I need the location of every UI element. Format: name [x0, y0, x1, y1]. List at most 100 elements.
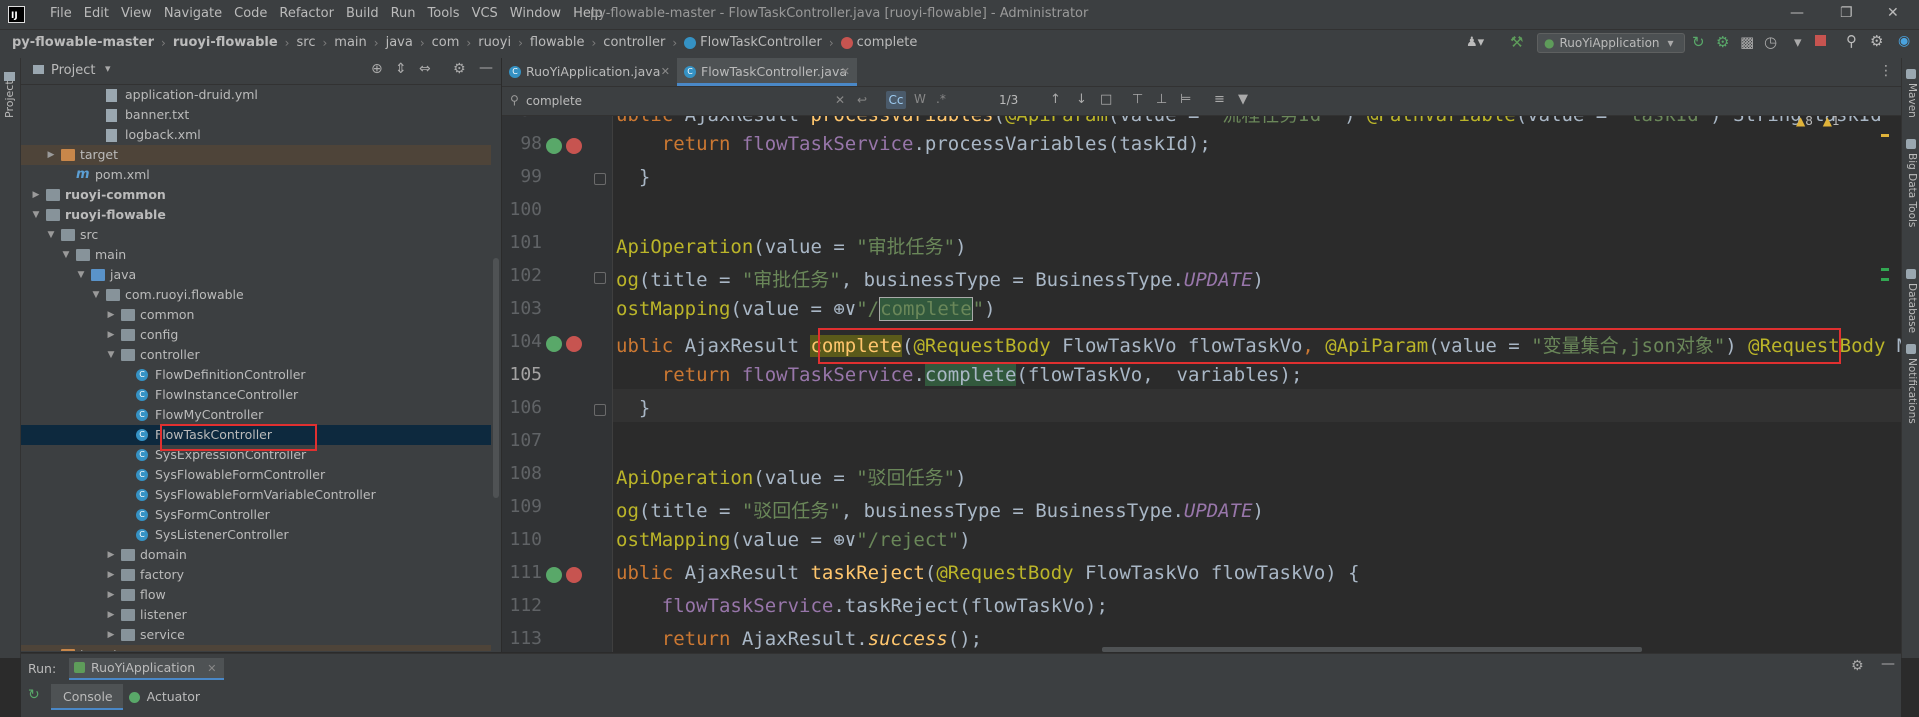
implemented-marker-icon[interactable] — [546, 336, 562, 352]
user-icon[interactable]: ♟▾ — [1466, 35, 1484, 50]
breadcrumb-item[interactable]: src — [296, 35, 315, 50]
inspection-widget[interactable]: ▲8 ▲1 — [1796, 116, 1840, 128]
tree-item[interactable]: ▼ src — [21, 225, 491, 245]
tree-item[interactable]: ▼ com.ruoyi.flowable — [21, 285, 491, 305]
run-tab-actuator[interactable]: Actuator — [123, 684, 210, 710]
code-line[interactable]: ostMapping(value = ⊕∨"/reject") — [616, 529, 971, 551]
tree-item[interactable]: C SysListenerController — [21, 525, 491, 545]
run-app-tab[interactable]: RuoYiApplication ✕ — [69, 658, 225, 680]
run-tab-console[interactable]: Console — [51, 684, 123, 710]
menu-item-file[interactable]: File — [44, 6, 78, 21]
menu-item-vcs[interactable]: VCS — [466, 6, 504, 21]
more-tabs-icon[interactable]: ⋮ — [1879, 63, 1893, 79]
breadcrumb-item[interactable]: py-flowable-master — [12, 35, 154, 50]
code-line[interactable]: } — [616, 166, 650, 188]
tree-item[interactable]: ▶ factory — [21, 565, 491, 585]
collapse-all-icon[interactable]: ⇔ — [419, 61, 431, 77]
filter-options-icon[interactable]: ≡ — [1214, 92, 1225, 107]
endpoint-marker-icon[interactable] — [566, 336, 582, 352]
error-stripe-mark[interactable] — [1881, 134, 1889, 137]
filter-icon[interactable]: ▼ — [1238, 92, 1248, 107]
tree-item[interactable]: ▶ listener — [21, 605, 491, 625]
search-input[interactable]: complete — [502, 87, 882, 115]
minimize-icon[interactable]: — — [1790, 5, 1804, 21]
breadcrumb-item[interactable]: ruoyi — [478, 35, 511, 50]
horizontal-scrollbar[interactable] — [1102, 647, 1642, 652]
ide-update-icon[interactable]: ◉ — [1898, 33, 1910, 49]
settings-gear-icon[interactable]: ⚙ — [1870, 32, 1883, 50]
open-results-icon[interactable]: □ — [1100, 92, 1112, 107]
tree-item[interactable]: C SysFormController — [21, 505, 491, 525]
tree-item[interactable]: logback.xml — [21, 125, 491, 145]
rerun-icon[interactable]: ↻ — [28, 687, 40, 703]
tree-item[interactable]: ▼ java — [21, 265, 491, 285]
clear-search-icon[interactable]: ✕ — [835, 93, 845, 107]
chevron-right-icon[interactable]: ▶ — [46, 145, 56, 165]
search-icon[interactable]: ⚲ — [1846, 32, 1857, 50]
debug-icon[interactable]: ⚙ — [1716, 33, 1729, 51]
close-tab-icon[interactable]: ✕ — [841, 58, 850, 85]
tree-item[interactable]: banner.txt — [21, 105, 491, 125]
tree-item[interactable]: ▶ config — [21, 325, 491, 345]
chevron-down-icon[interactable]: ▼ — [31, 205, 41, 225]
coverage-icon[interactable]: ▩ — [1740, 33, 1754, 51]
menu-item-build[interactable]: Build — [340, 6, 385, 21]
tab-ruoyiapplication[interactable]: C RuoYiApplication.java ✕ — [502, 58, 677, 86]
build-hammer-icon[interactable]: ⚒ — [1510, 33, 1523, 51]
close-tab-icon[interactable]: ✕ — [207, 662, 216, 675]
tool-window-notifications[interactable]: Notifications — [1906, 358, 1918, 424]
panel-settings-icon[interactable]: ⚙ — [453, 61, 466, 77]
more-run-icon[interactable]: ▾ — [1794, 33, 1802, 51]
breadcrumb-item[interactable]: complete — [857, 35, 918, 50]
next-occurrence-icon[interactable]: ↓ — [1076, 92, 1087, 107]
expand-all-icon[interactable]: ⇕ — [395, 61, 407, 77]
tab-flowtaskcontroller[interactable]: C FlowTaskController.java ✕ — [677, 58, 857, 86]
whole-words-toggle[interactable]: W — [914, 92, 926, 106]
chevron-down-icon[interactable]: ▼ — [76, 265, 86, 285]
menu-item-navigate[interactable]: Navigate — [158, 6, 228, 21]
error-stripe-mark[interactable] — [1881, 278, 1889, 281]
tree-item[interactable]: ▶ common — [21, 305, 491, 325]
fold-marker-icon[interactable] — [594, 272, 606, 284]
menu-item-view[interactable]: View — [115, 6, 158, 21]
regex-toggle[interactable]: .* — [936, 92, 946, 106]
breadcrumb-item[interactable]: com — [432, 35, 460, 50]
fold-marker-icon[interactable] — [594, 173, 606, 185]
tree-item[interactable]: ▶ flow — [21, 585, 491, 605]
code-line[interactable]: } — [616, 397, 650, 419]
tree-item[interactable]: C FlowMyController — [21, 405, 491, 425]
tree-item[interactable]: ▼ main — [21, 245, 491, 265]
code-line[interactable]: ApiOperation(value = "审批任务") — [616, 232, 967, 259]
breadcrumb-item[interactable]: main — [334, 35, 366, 50]
match-case-toggle[interactable]: Cc — [886, 91, 906, 109]
code-line[interactable]: og(title = "驳回任务", businessType = Busine… — [616, 496, 1264, 523]
fold-marker-icon[interactable] — [594, 404, 606, 416]
tool-window-maven[interactable]: Maven — [1906, 83, 1918, 118]
chevron-right-icon[interactable]: ▶ — [106, 305, 116, 325]
run-settings-icon[interactable]: ⚙ — [1851, 658, 1864, 674]
project-panel-title[interactable]: Project — [51, 63, 95, 78]
hide-panel-icon[interactable]: — — [479, 60, 493, 76]
tree-item[interactable]: m pom.xml — [21, 165, 491, 185]
tree-item[interactable]: ▶ service — [21, 625, 491, 645]
chevron-down-icon[interactable]: ▼ — [46, 225, 56, 245]
chevron-right-icon[interactable]: ▶ — [106, 585, 116, 605]
menu-item-window[interactable]: Window — [504, 6, 567, 21]
tree-item[interactable]: C FlowDefinitionController — [21, 365, 491, 385]
code-line[interactable]: ostMapping(value = ⊕∨"/complete") — [616, 297, 996, 321]
menu-item-code[interactable]: Code — [228, 6, 273, 21]
tool-window-database[interactable]: Database — [1906, 283, 1918, 333]
stop-icon[interactable] — [1815, 35, 1826, 46]
code-editor[interactable]: 97 98 99 100 101 102 103 104 105 106 107 108 109 110 1… — [502, 116, 1901, 652]
endpoint-marker-icon[interactable] — [566, 138, 582, 154]
add-occurrence-icon[interactable]: ⊤ — [1132, 92, 1143, 107]
tree-item[interactable]: ▶ target — [21, 645, 491, 651]
code-line[interactable]: ublic AjaxResult processVariables(@ApiPa… — [616, 116, 1882, 127]
tree-item[interactable]: ▶ target — [21, 145, 491, 165]
tree-item[interactable]: ▶ domain — [21, 545, 491, 565]
code-line[interactable]: ApiOperation(value = "驳回任务") — [616, 463, 967, 490]
previous-occurrence-icon[interactable]: ↑ — [1050, 92, 1061, 107]
endpoint-marker-icon[interactable] — [566, 567, 582, 583]
rerun-icon[interactable]: ↻ — [1692, 33, 1705, 51]
chevron-right-icon[interactable]: ▶ — [106, 625, 116, 645]
